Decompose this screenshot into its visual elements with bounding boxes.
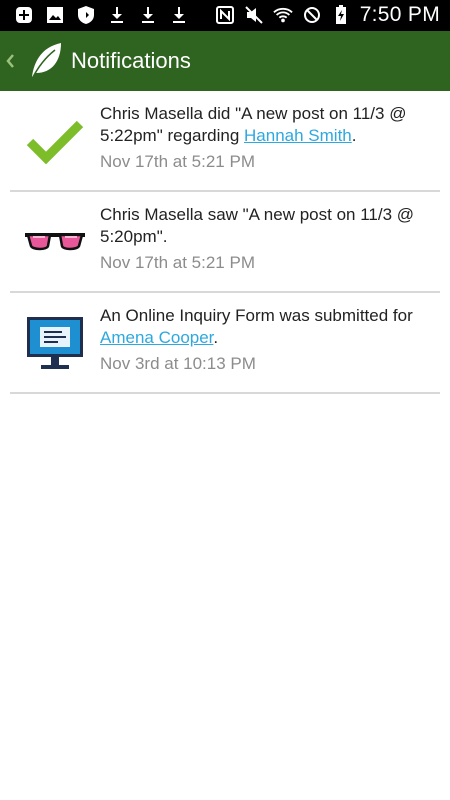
glasses-icon [24,192,86,292]
plus-icon [14,5,34,25]
notification-item[interactable]: Chris Masella saw "A new post on 11/3 @ … [0,192,450,293]
monitor-icon [24,293,86,393]
download-icon [138,5,158,25]
block-icon [302,5,322,25]
nfc-icon [215,5,235,25]
download-icon [169,5,189,25]
image-icon [45,5,65,25]
leaf-logo-icon[interactable] [28,41,64,81]
notification-text: Chris Masella did "A new post on 11/3 @ … [100,103,440,173]
person-link[interactable]: Amena Cooper [100,328,213,347]
notification-item[interactable]: Chris Masella did "A new post on 11/3 @ … [0,91,450,192]
wifi-icon [272,5,293,25]
notification-timestamp: Nov 17th at 5:21 PM [100,253,255,272]
notification-text: An Online Inquiry Form was submitted for… [100,305,440,375]
notification-list: Chris Masella did "A new post on 11/3 @ … [0,91,450,394]
notification-timestamp: Nov 3rd at 10:13 PM [100,354,256,373]
back-chevron-icon[interactable] [4,48,16,74]
app-bar: Notifications [0,31,450,91]
shield-icon [76,5,96,25]
notification-message-suffix: . [213,328,219,347]
battery-icon [331,5,351,25]
person-link[interactable]: Hannah Smith [244,126,352,145]
notification-timestamp: Nov 17th at 5:21 PM [100,152,255,171]
notification-message: Chris Masella saw "A new post on 11/3 @ … [100,205,415,246]
mute-icon [244,5,264,25]
notification-message: An Online Inquiry Form was submitted for [100,306,413,325]
page-title: Notifications [71,48,191,73]
notification-item[interactable]: An Online Inquiry Form was submitted for… [0,293,450,394]
download-icon [107,5,127,25]
notification-message-suffix: . [351,126,357,145]
divider [10,392,440,394]
notification-text: Chris Masella saw "A new post on 11/3 @ … [100,204,440,274]
check-icon [24,91,86,191]
status-bar: 7:50 PM [0,0,450,31]
status-time: 7:50 PM [359,3,440,26]
